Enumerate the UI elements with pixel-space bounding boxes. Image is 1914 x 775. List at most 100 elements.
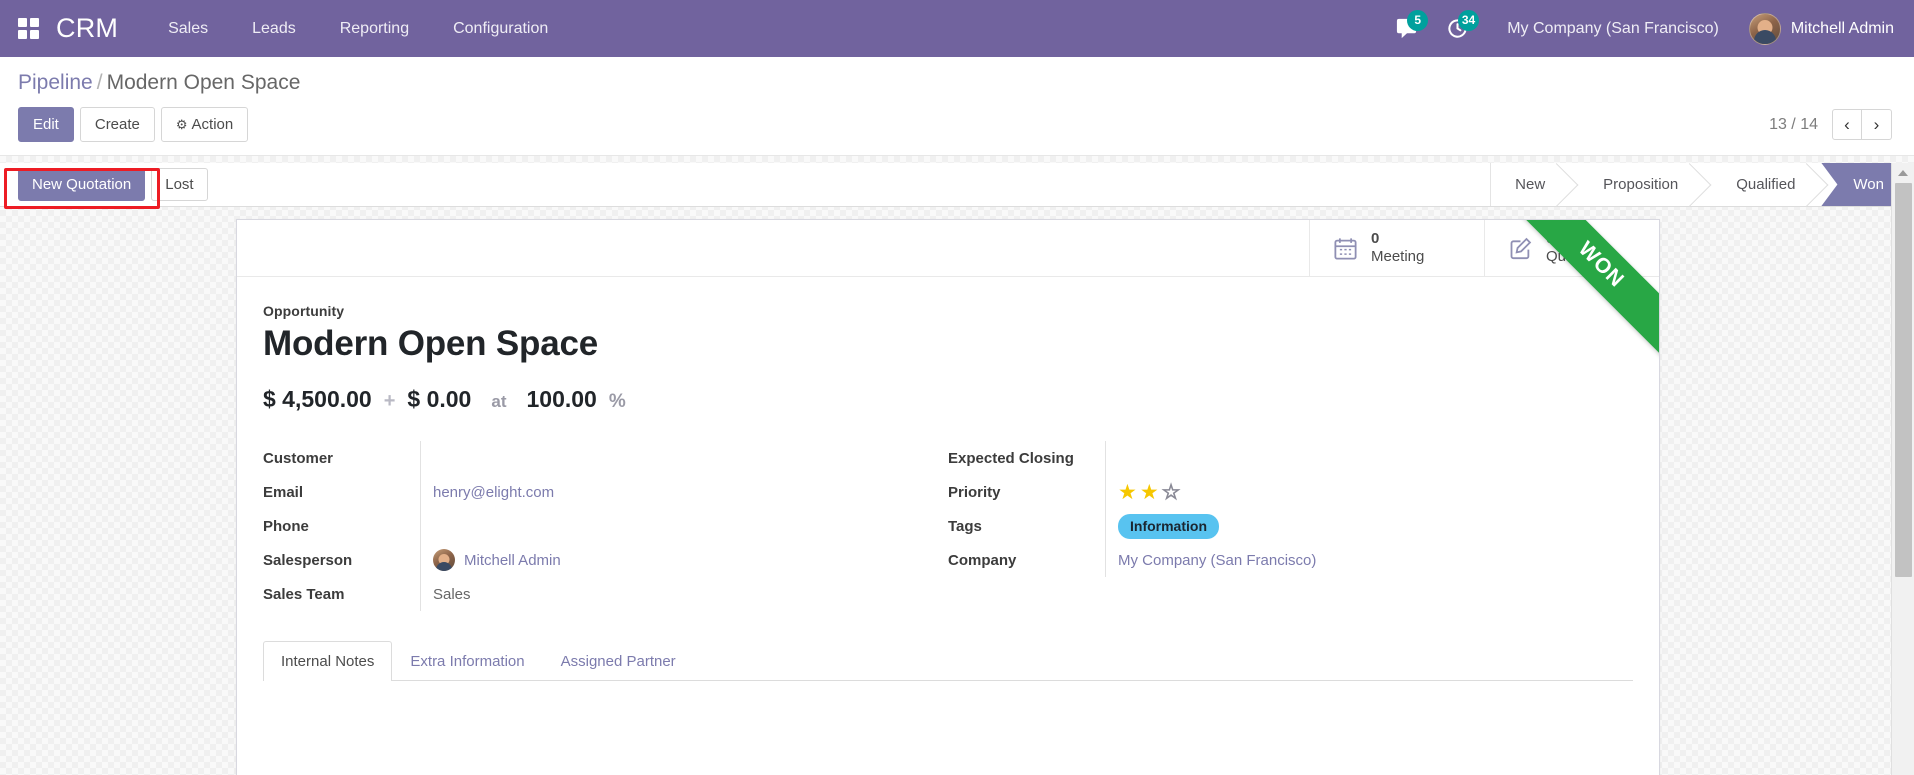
field-company-value: My Company (San Francisco) (1105, 543, 1601, 578)
breadcrumb-item-pipeline[interactable]: Pipeline (18, 71, 93, 94)
user-menu[interactable]: Mitchell Admin (1735, 12, 1894, 45)
vertical-scrollbar[interactable] (1891, 163, 1914, 775)
user-name-label: Mitchell Admin (1790, 19, 1894, 37)
edit-button[interactable]: Edit (18, 107, 74, 142)
new-quotation-button[interactable]: New Quotation (18, 168, 146, 201)
menu-item-reporting[interactable]: Reporting (318, 0, 431, 57)
scroll-up-arrow-icon[interactable] (1892, 163, 1914, 182)
statusbar: New Quotation Lost New Proposition Quali… (0, 163, 1914, 207)
smart-button-quotations[interactable]: 0 Quotations (1484, 220, 1659, 276)
pipeline-statusbar: New Proposition Qualified Won (1490, 163, 1914, 206)
notebook: Internal Notes Extra Information Assigne… (237, 611, 1659, 721)
tab-extra-information[interactable]: Extra Information (392, 641, 542, 681)
action-button[interactable]: ⚙ Action (160, 107, 249, 142)
breadcrumb-item-current: Modern Open Space (106, 71, 301, 94)
field-sales-team: Sales Team Sales (263, 577, 916, 612)
star-filled-icon[interactable]: ★ (1140, 482, 1159, 503)
priority-stars[interactable]: ★ ★ ☆ (1118, 481, 1181, 503)
field-tags-value: Information (1105, 509, 1601, 544)
form-body: Opportunity Modern Open Space $ 4,500.00… (237, 277, 1659, 612)
field-priority-label: Priority (948, 483, 1001, 501)
form-column-right: Expected Closing Priority ★ ★ ☆ Tags Inf… (948, 441, 1633, 611)
notebook-page-internal-notes[interactable] (263, 681, 1633, 721)
menu-item-leads[interactable]: Leads (230, 0, 318, 57)
smart-button-meeting-value: 0 (1371, 229, 1380, 247)
field-priority: Priority ★ ★ ☆ (948, 475, 1601, 510)
field-email-label: Email (263, 483, 304, 501)
tab-internal-notes[interactable]: Internal Notes (263, 641, 393, 682)
pager-count: 13 / 14 (1769, 115, 1818, 133)
salesperson-avatar (433, 549, 455, 572)
notebook-tabs: Internal Notes Extra Information Assigne… (263, 641, 1633, 682)
field-customer: Customer (263, 441, 916, 476)
apps-menu-toggle[interactable] (0, 0, 56, 57)
field-salesperson-label: Salesperson (263, 551, 353, 569)
field-expected-closing-value[interactable] (1105, 441, 1601, 476)
field-priority-value: ★ ★ ☆ (1105, 475, 1601, 510)
breadcrumb-separator: / (96, 71, 103, 94)
email-link[interactable]: henry@elight.com (433, 484, 554, 501)
stage-proposition[interactable]: Proposition (1571, 163, 1705, 206)
at-separator: at (491, 392, 507, 412)
messages-menu[interactable]: 5 (1381, 0, 1432, 57)
smart-buttons: 0 Meeting 0 Quotations (237, 220, 1659, 277)
form-view-container: WON 0 Meeting 0 Quotations Opportunity M… (0, 207, 1914, 775)
navbar-systray: 5 34 My Company (San Francisco) Mitchell… (1381, 0, 1914, 57)
create-button[interactable]: Create (79, 107, 155, 142)
star-filled-icon[interactable]: ★ (1118, 482, 1137, 503)
expected-revenue-value[interactable]: $ 4,500.00 (263, 386, 372, 413)
field-tags: Tags Information (948, 509, 1601, 544)
messages-badge: 5 (1407, 10, 1429, 31)
field-phone: Phone (263, 509, 916, 544)
app-brand-crm[interactable]: CRM (56, 13, 146, 44)
menu-item-sales[interactable]: Sales (146, 0, 230, 57)
smart-button-meeting[interactable]: 0 Meeting (1309, 220, 1484, 276)
field-tags-label: Tags (948, 517, 982, 535)
field-email-value: henry@elight.com (420, 475, 916, 510)
field-sales-team-label: Sales Team (263, 585, 345, 603)
statusbar-actions: New Quotation Lost (0, 163, 208, 206)
breadcrumb: Pipeline / Modern Open Space (18, 69, 300, 97)
smart-button-quotations-text: 0 Quotations (1546, 230, 1619, 267)
company-switcher[interactable]: My Company (San Francisco) (1483, 20, 1735, 38)
revenue-row: $ 4,500.00 + $ 0.00 at 100.00 % (263, 364, 1633, 413)
mark-lost-button[interactable]: Lost (151, 168, 208, 201)
smart-button-meeting-text: 0 Meeting (1371, 230, 1424, 267)
probability-value[interactable]: 100.00 (526, 386, 596, 413)
status-badge[interactable]: Information (1118, 513, 1219, 539)
action-button-label: Action (191, 116, 234, 133)
field-email: Email henry@elight.com (263, 475, 916, 510)
form-sheet: WON 0 Meeting 0 Quotations Opportunity M… (236, 219, 1660, 775)
star-empty-icon[interactable]: ☆ (1161, 481, 1181, 503)
field-salesperson-value: Mitchell Admin (420, 543, 916, 578)
calendar-icon (1332, 235, 1359, 262)
pencil-square-icon (1507, 235, 1534, 262)
activities-badge: 34 (1457, 10, 1480, 31)
field-phone-value[interactable] (420, 509, 916, 544)
tab-assigned-partner[interactable]: Assigned Partner (543, 641, 694, 681)
page-title: Modern Open Space (263, 324, 598, 363)
field-sales-team-value[interactable]: Sales (420, 577, 916, 612)
company-link[interactable]: My Company (San Francisco) (1118, 552, 1316, 569)
salesperson-name[interactable]: Mitchell Admin (464, 552, 561, 569)
pager: 13 / 14 ‹ › (1769, 109, 1896, 140)
menu-item-configuration[interactable]: Configuration (431, 0, 570, 57)
field-customer-label: Customer (263, 449, 334, 467)
record-subtitle: Opportunity (263, 303, 345, 319)
activities-menu[interactable]: 34 (1432, 0, 1483, 57)
scrollbar-thumb[interactable] (1895, 183, 1912, 577)
recurring-revenue-value[interactable]: $ 0.00 (407, 386, 471, 413)
stage-qualified[interactable]: Qualified (1704, 163, 1822, 206)
field-customer-value[interactable] (420, 441, 916, 476)
smart-button-meeting-label: Meeting (1371, 248, 1425, 265)
chevron-left-icon[interactable]: ‹ (1832, 109, 1862, 140)
crm-opportunity-form-page: CRM Sales Leads Reporting Configuration … (0, 0, 1914, 775)
chevron-right-icon[interactable]: › (1862, 109, 1892, 140)
plus-operator: + (383, 390, 396, 413)
control-panel-top-row: Pipeline / Modern Open Space (18, 57, 1896, 97)
field-expected-closing: Expected Closing (948, 441, 1601, 476)
percent-symbol: % (608, 391, 626, 413)
stage-new[interactable]: New (1491, 163, 1572, 206)
smart-button-quotations-label: Quotations (1546, 248, 1619, 265)
avatar (1748, 12, 1781, 45)
